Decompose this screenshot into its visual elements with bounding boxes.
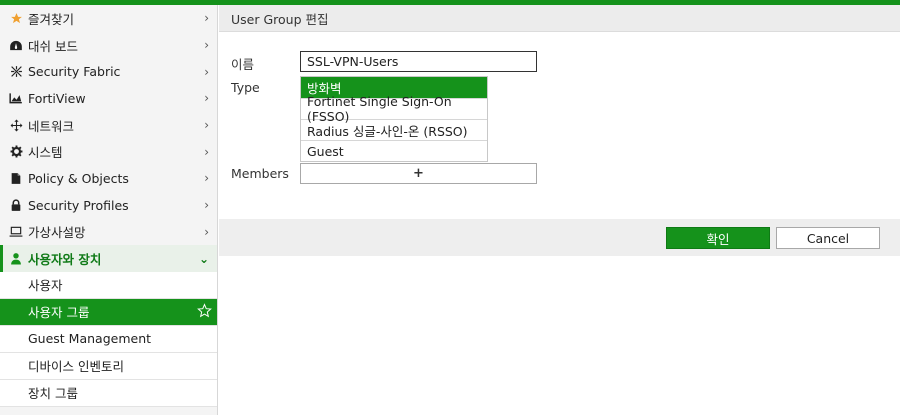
sidebar-subitem-user-groups[interactable]: 사용자 그룹 bbox=[0, 298, 217, 326]
sidebar-item-vpn[interactable]: 가상사설망 › bbox=[0, 219, 217, 246]
star-icon bbox=[8, 10, 24, 26]
sidebar-item-label: 사용자와 장치 bbox=[28, 252, 102, 268]
sidebar-subitem-label: 장치 그룹 bbox=[28, 386, 78, 402]
add-member-button[interactable]: + bbox=[300, 163, 537, 184]
sidebar-item-security-fabric[interactable]: Security Fabric › bbox=[0, 58, 217, 85]
sidebar-item-user-device[interactable]: 사용자와 장치 ⌄ bbox=[0, 245, 217, 272]
page-title-bar: User Group 편집 bbox=[219, 5, 900, 32]
sidebar-item-label: 가상사설망 bbox=[28, 225, 86, 241]
sidebar: 즐겨찾기 › 대쉬 보드 › Security Fabric › FortiVi… bbox=[0, 5, 218, 415]
sidebar-item-label: 시스템 bbox=[28, 145, 63, 161]
sidebar-item-favorites[interactable]: 즐겨찾기 › bbox=[0, 5, 217, 32]
sidebar-subitem-label: 디바이스 인벤토리 bbox=[28, 359, 124, 375]
dashboard-icon bbox=[8, 37, 24, 53]
type-label: Type bbox=[231, 80, 260, 95]
fabric-icon bbox=[8, 64, 24, 80]
sidebar-subitem-label: Guest Management bbox=[28, 331, 152, 347]
favorite-star-icon[interactable] bbox=[197, 303, 212, 321]
members-label: Members bbox=[231, 166, 289, 181]
chevron-right-icon: › bbox=[204, 91, 209, 106]
chevron-right-icon: › bbox=[204, 64, 209, 79]
chevron-right-icon: › bbox=[204, 198, 209, 213]
type-selector: 방화벽 Fortinet Single Sign-On (FSSO) Radiu… bbox=[300, 76, 488, 162]
sidebar-item-label: 즐겨찾기 bbox=[28, 11, 75, 27]
sidebar-item-label: FortiView bbox=[28, 90, 86, 106]
laptop-icon bbox=[8, 224, 24, 240]
gear-icon bbox=[8, 144, 24, 160]
sidebar-item-label: Security Fabric bbox=[28, 64, 121, 80]
sidebar-item-label: 대쉬 보드 bbox=[28, 38, 78, 54]
page-title: User Group 편집 bbox=[231, 11, 329, 27]
ok-button[interactable]: 확인 bbox=[666, 227, 770, 249]
chevron-down-icon: ⌄ bbox=[198, 251, 209, 266]
sidebar-item-policy-objects[interactable]: Policy & Objects › bbox=[0, 165, 217, 192]
sidebar-item-security-profiles[interactable]: Security Profiles › bbox=[0, 192, 217, 219]
user-icon bbox=[8, 251, 24, 267]
sidebar-item-label: Policy & Objects bbox=[28, 170, 129, 186]
sidebar-item-network[interactable]: 네트워크 › bbox=[0, 112, 217, 139]
chevron-right-icon: › bbox=[204, 144, 209, 159]
sidebar-item-fortiview[interactable]: FortiView › bbox=[0, 85, 217, 112]
chart-icon bbox=[8, 90, 24, 106]
type-option-guest[interactable]: Guest bbox=[301, 140, 487, 161]
cancel-button[interactable]: Cancel bbox=[776, 227, 880, 249]
name-input[interactable] bbox=[300, 51, 537, 72]
type-option-rsso[interactable]: Radius 싱글-사인-온 (RSSO) bbox=[301, 119, 487, 140]
sidebar-subitem-label: 사용자 bbox=[28, 278, 63, 294]
chevron-right-icon: › bbox=[204, 11, 209, 26]
chevron-right-icon: › bbox=[204, 118, 209, 133]
sidebar-item-label: Security Profiles bbox=[28, 197, 129, 213]
plus-icon: + bbox=[413, 166, 424, 181]
main-content: User Group 편집 이름 Type 방화벽 Fortinet Singl… bbox=[219, 5, 900, 415]
sidebar-subitem-label: 사용자 그룹 bbox=[28, 305, 90, 321]
sidebar-subitem-device-inventory[interactable]: 디바이스 인벤토리 bbox=[0, 352, 217, 380]
sidebar-item-label: 네트워크 bbox=[28, 118, 75, 134]
chevron-right-icon: › bbox=[204, 224, 209, 239]
network-icon bbox=[8, 117, 24, 133]
sidebar-subitem-guest-management[interactable]: Guest Management bbox=[0, 325, 217, 353]
chevron-right-icon: › bbox=[204, 171, 209, 186]
chevron-right-icon: › bbox=[204, 38, 209, 53]
lock-icon bbox=[8, 197, 24, 213]
sidebar-item-system[interactable]: 시스템 › bbox=[0, 138, 217, 165]
policy-icon bbox=[8, 170, 24, 186]
form-footer: 확인 Cancel bbox=[219, 219, 900, 256]
sidebar-item-dashboard[interactable]: 대쉬 보드 › bbox=[0, 32, 217, 59]
sidebar-subitem-device-groups[interactable]: 장치 그룹 bbox=[0, 379, 217, 407]
sidebar-subitem-users[interactable]: 사용자 bbox=[0, 271, 217, 299]
type-option-fsso[interactable]: Fortinet Single Sign-On (FSSO) bbox=[301, 94, 487, 124]
name-label: 이름 bbox=[231, 57, 255, 72]
